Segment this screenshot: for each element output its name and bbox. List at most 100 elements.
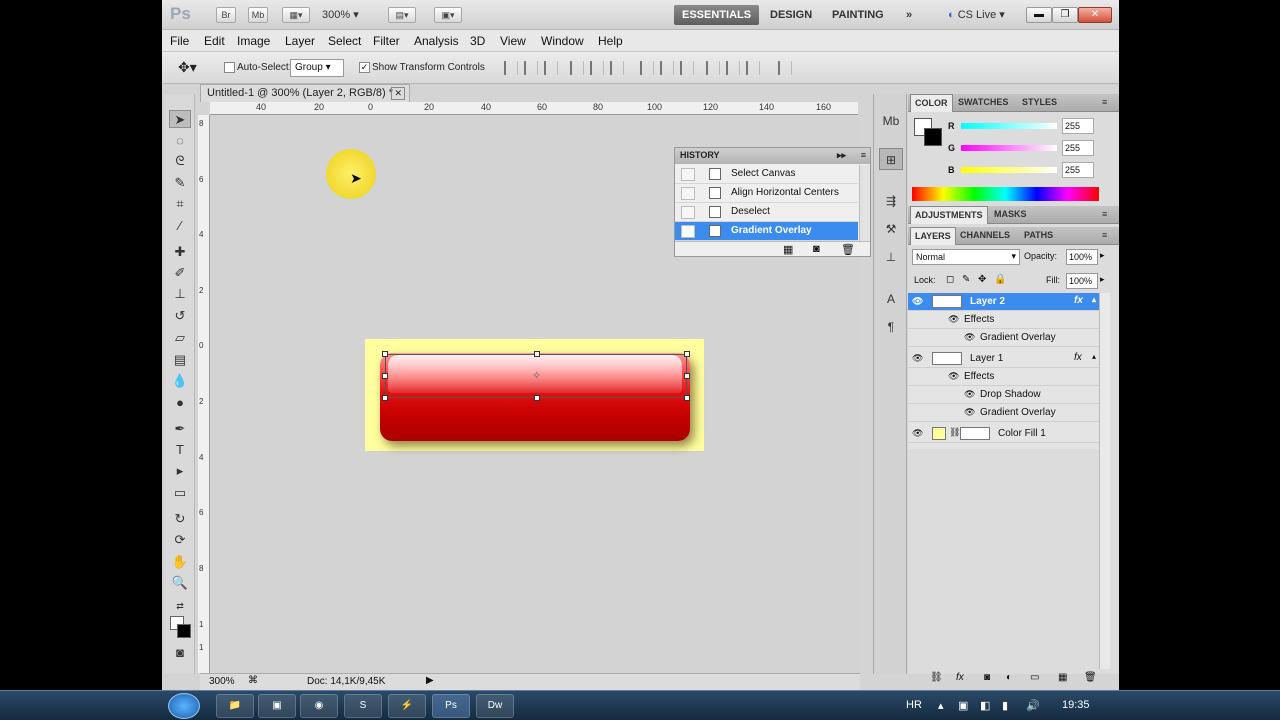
- fx-icon[interactable]: fx: [1074, 295, 1083, 306]
- tray-app-icon[interactable]: ◧: [980, 699, 990, 712]
- gradient-tool-icon[interactable]: ▤: [169, 351, 191, 369]
- channel-slider[interactable]: [961, 123, 1057, 129]
- clock[interactable]: 19:35: [1062, 699, 1090, 711]
- channel-slider[interactable]: [961, 145, 1057, 151]
- arrange-documents-button[interactable]: ▤▾: [388, 7, 416, 23]
- workspace-essentials[interactable]: ESSENTIALS: [674, 5, 760, 25]
- language-indicator[interactable]: HR: [906, 699, 922, 711]
- history-snapshot-box[interactable]: [681, 187, 695, 200]
- tab-channels[interactable]: CHANNELS: [960, 230, 1010, 240]
- history-item[interactable]: Select Canvas: [675, 165, 858, 184]
- history-item[interactable]: Deselect: [675, 203, 858, 222]
- minibridge-button[interactable]: Mb: [248, 7, 268, 23]
- paragraph-dock-icon[interactable]: ¶: [879, 316, 903, 338]
- fx-icon[interactable]: fx: [1074, 352, 1082, 363]
- tab-adjustments[interactable]: ADJUSTMENTS: [910, 206, 988, 224]
- show-transform-checkbox[interactable]: ✓: [359, 62, 370, 73]
- hand-tool-icon[interactable]: ✋: [169, 553, 191, 571]
- distribute-hcenter-icon[interactable]: [726, 61, 740, 75]
- add-layer-style-icon[interactable]: fx: [956, 672, 964, 683]
- distribute-bottom-icon[interactable]: [680, 61, 694, 75]
- delete-layer-icon[interactable]: 🗑: [1084, 672, 1097, 683]
- tool-presets-dock-icon[interactable]: ⇶: [879, 190, 903, 212]
- menu-select[interactable]: Select: [328, 34, 361, 48]
- close-document-icon[interactable]: ✕: [391, 87, 405, 100]
- color-spectrum-bar[interactable]: [912, 187, 1099, 201]
- effects-toggle-icon[interactable]: ▴: [1092, 295, 1096, 304]
- view-extras-button[interactable]: ▦▾: [282, 7, 310, 23]
- channel-value-input[interactable]: 255: [1062, 162, 1094, 178]
- history-snapshot-box[interactable]: [681, 206, 695, 219]
- layer-name[interactable]: Color Fill 1: [998, 428, 1046, 439]
- lock-transparent-icon[interactable]: ◻: [946, 274, 954, 285]
- panel-menu-icon[interactable]: ≡: [861, 150, 866, 160]
- layer-row-color-fill-1[interactable]: 👁 ⛓ Color Fill 1: [908, 425, 1099, 443]
- workspace-design[interactable]: DESIGN: [762, 5, 820, 25]
- shape-tool-icon[interactable]: ▭: [169, 484, 191, 502]
- status-menu-arrow-icon[interactable]: ▶: [426, 675, 434, 686]
- visibility-eye-icon[interactable]: 👁: [948, 371, 959, 382]
- channel-value-input[interactable]: 255: [1062, 118, 1094, 134]
- panel-menu-icon[interactable]: ≡: [1102, 97, 1107, 107]
- menu-edit[interactable]: Edit: [204, 34, 225, 48]
- layer-row-layer-2[interactable]: 👁 Layer 2 fx ▴: [908, 293, 1099, 311]
- eyedropper-tool-icon[interactable]: ⁄: [169, 217, 191, 235]
- quick-selection-tool-icon[interactable]: ✎: [169, 174, 191, 192]
- pen-tool-icon[interactable]: ✒: [169, 420, 191, 438]
- 3d-rotate-tool-icon[interactable]: ↻: [169, 510, 191, 528]
- menu-filter[interactable]: Filter: [373, 34, 400, 48]
- lock-position-icon[interactable]: ✥: [978, 274, 986, 285]
- color-background-swatch[interactable]: [924, 128, 942, 146]
- delete-state-icon[interactable]: 🗑: [841, 243, 855, 256]
- align-horizontal-centers-icon[interactable]: [590, 61, 604, 75]
- menu-view[interactable]: View: [500, 34, 526, 48]
- history-brush-tool-icon[interactable]: ↺: [169, 307, 191, 325]
- bridge-button[interactable]: Br: [216, 7, 236, 23]
- distribute-centers-icon[interactable]: [660, 61, 674, 75]
- visibility-eye-icon[interactable]: 👁: [912, 353, 923, 364]
- menu-help[interactable]: Help: [598, 34, 623, 48]
- link-layers-icon[interactable]: ⛓: [930, 672, 943, 683]
- fill-color-thumbnail[interactable]: [932, 427, 946, 440]
- visibility-eye-icon[interactable]: 👁: [948, 314, 959, 325]
- layer-effect-row[interactable]: 👁 Gradient Overlay: [908, 404, 1099, 422]
- brushes-dock-icon[interactable]: ⚒: [879, 218, 903, 240]
- swap-colors-icon[interactable]: ⇄: [169, 597, 191, 615]
- media-taskbar-icon[interactable]: ▣: [258, 694, 296, 718]
- visibility-eye-icon[interactable]: 👁: [912, 296, 923, 307]
- start-button[interactable]: [168, 693, 200, 719]
- new-layer-icon[interactable]: ▦: [1058, 672, 1067, 683]
- history-snapshot-box[interactable]: [681, 225, 695, 238]
- auto-select-dropdown[interactable]: Group ▾: [290, 59, 344, 77]
- tab-swatches[interactable]: SWATCHES: [958, 97, 1008, 107]
- panel-menu-icon[interactable]: ≡: [1102, 209, 1107, 219]
- align-right-edges-icon[interactable]: [610, 61, 624, 75]
- menu-file[interactable]: File: [170, 34, 189, 48]
- effects-toggle-icon[interactable]: ▴: [1092, 352, 1096, 361]
- minimize-button[interactable]: ▬: [1026, 7, 1052, 23]
- healing-brush-tool-icon[interactable]: ✚: [169, 243, 191, 261]
- lock-image-icon[interactable]: ✎: [962, 274, 970, 285]
- new-document-from-state-icon[interactable]: ▦: [783, 243, 793, 256]
- close-button[interactable]: ✕: [1078, 7, 1112, 23]
- status-zoom[interactable]: 300%: [209, 676, 235, 687]
- 3d-orbit-tool-icon[interactable]: ⟳: [169, 531, 191, 549]
- new-snapshot-icon[interactable]: ◙: [813, 243, 820, 255]
- new-adjustment-layer-icon[interactable]: ◐: [1006, 672, 1012, 683]
- opacity-input[interactable]: 100%: [1066, 249, 1098, 265]
- fill-input[interactable]: 100%: [1066, 273, 1098, 289]
- history-dock-icon[interactable]: ⊞: [879, 148, 903, 170]
- align-top-edges-icon[interactable]: [504, 61, 518, 75]
- volume-icon[interactable]: 🔊: [1026, 699, 1040, 712]
- mini-bridge-dock-icon[interactable]: Mb: [879, 110, 903, 132]
- move-tool-icon[interactable]: ➤: [169, 110, 191, 128]
- clone-source-dock-icon[interactable]: ⊥: [879, 246, 903, 268]
- add-mask-icon[interactable]: ◙: [984, 672, 990, 683]
- skype-taskbar-icon[interactable]: S: [344, 694, 382, 718]
- opacity-slider-arrow-icon[interactable]: ▸: [1100, 250, 1105, 261]
- panel-menu-icon[interactable]: ≡: [1102, 230, 1107, 240]
- status-info-icon[interactable]: ⌘: [248, 675, 258, 686]
- blend-mode-dropdown[interactable]: Normal ▾: [912, 249, 1020, 265]
- auto-select-checkbox[interactable]: [224, 62, 235, 73]
- align-bottom-edges-icon[interactable]: [544, 61, 558, 75]
